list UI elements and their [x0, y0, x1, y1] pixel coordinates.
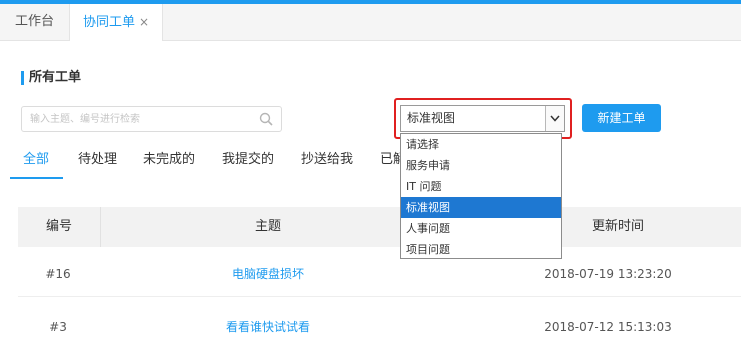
row-divider: [18, 296, 741, 297]
chevron-down-icon[interactable]: [545, 106, 564, 131]
option-service-request[interactable]: 服务申请: [401, 155, 561, 176]
search-input[interactable]: [22, 107, 250, 132]
search-box: [21, 106, 282, 132]
new-ticket-button[interactable]: 新建工单: [582, 104, 661, 132]
option-it-issue[interactable]: IT 问题: [401, 176, 561, 197]
active-tab-indicator: [10, 177, 63, 179]
header-subject: 主题: [254, 219, 281, 234]
row-subject-link[interactable]: 看看谁快试试看: [118, 317, 418, 337]
page-title: 所有工单: [29, 70, 82, 85]
filter-tab-all[interactable]: 全部: [23, 145, 49, 175]
view-select-dropdown: 请选择 服务申请 IT 问题 标准视图 人事问题 项目问题: [400, 133, 562, 259]
filter-tab-submitted[interactable]: 我提交的: [222, 145, 274, 175]
option-project-issue[interactable]: 项目问题: [401, 239, 561, 258]
view-select[interactable]: 标准视图: [400, 105, 565, 132]
tab-workbench-label: 工作台: [14, 14, 54, 29]
row-id: #3: [49, 320, 67, 334]
tab-collab-tickets-label: 协同工单: [82, 15, 135, 30]
title-accent: [21, 71, 24, 85]
header-id: 编号: [45, 219, 72, 234]
table-header: 编号 主题 更新时间: [18, 207, 741, 247]
search-icon[interactable]: [259, 111, 273, 130]
header-divider: [100, 207, 101, 247]
close-icon[interactable]: ×: [139, 15, 149, 29]
filter-tab-pending[interactable]: 待处理: [78, 145, 117, 175]
row-subject-link[interactable]: 电脑硬盘损坏: [118, 264, 418, 284]
tab-bar: 工作台 协同工单 ×: [0, 4, 741, 41]
filter-tabs: 全部 待处理 未完成的 我提交的 抄送给我 已解决的: [0, 145, 741, 179]
row-updated: 2018-07-19 13:23:20: [544, 267, 672, 281]
tab-collab-tickets[interactable]: 协同工单 ×: [70, 4, 163, 41]
view-select-value: 标准视图: [407, 111, 456, 125]
row-id: #16: [45, 267, 71, 281]
filter-tab-cc-me[interactable]: 抄送给我: [301, 145, 353, 175]
option-hr-issue[interactable]: 人事问题: [401, 218, 561, 239]
filter-tab-unfinished[interactable]: 未完成的: [143, 145, 195, 175]
option-please-select[interactable]: 请选择: [401, 134, 561, 155]
header-updated: 更新时间: [591, 219, 644, 234]
tab-workbench[interactable]: 工作台: [0, 4, 70, 40]
option-standard-view[interactable]: 标准视图: [401, 197, 561, 218]
row-updated: 2018-07-12 15:13:03: [544, 320, 672, 334]
